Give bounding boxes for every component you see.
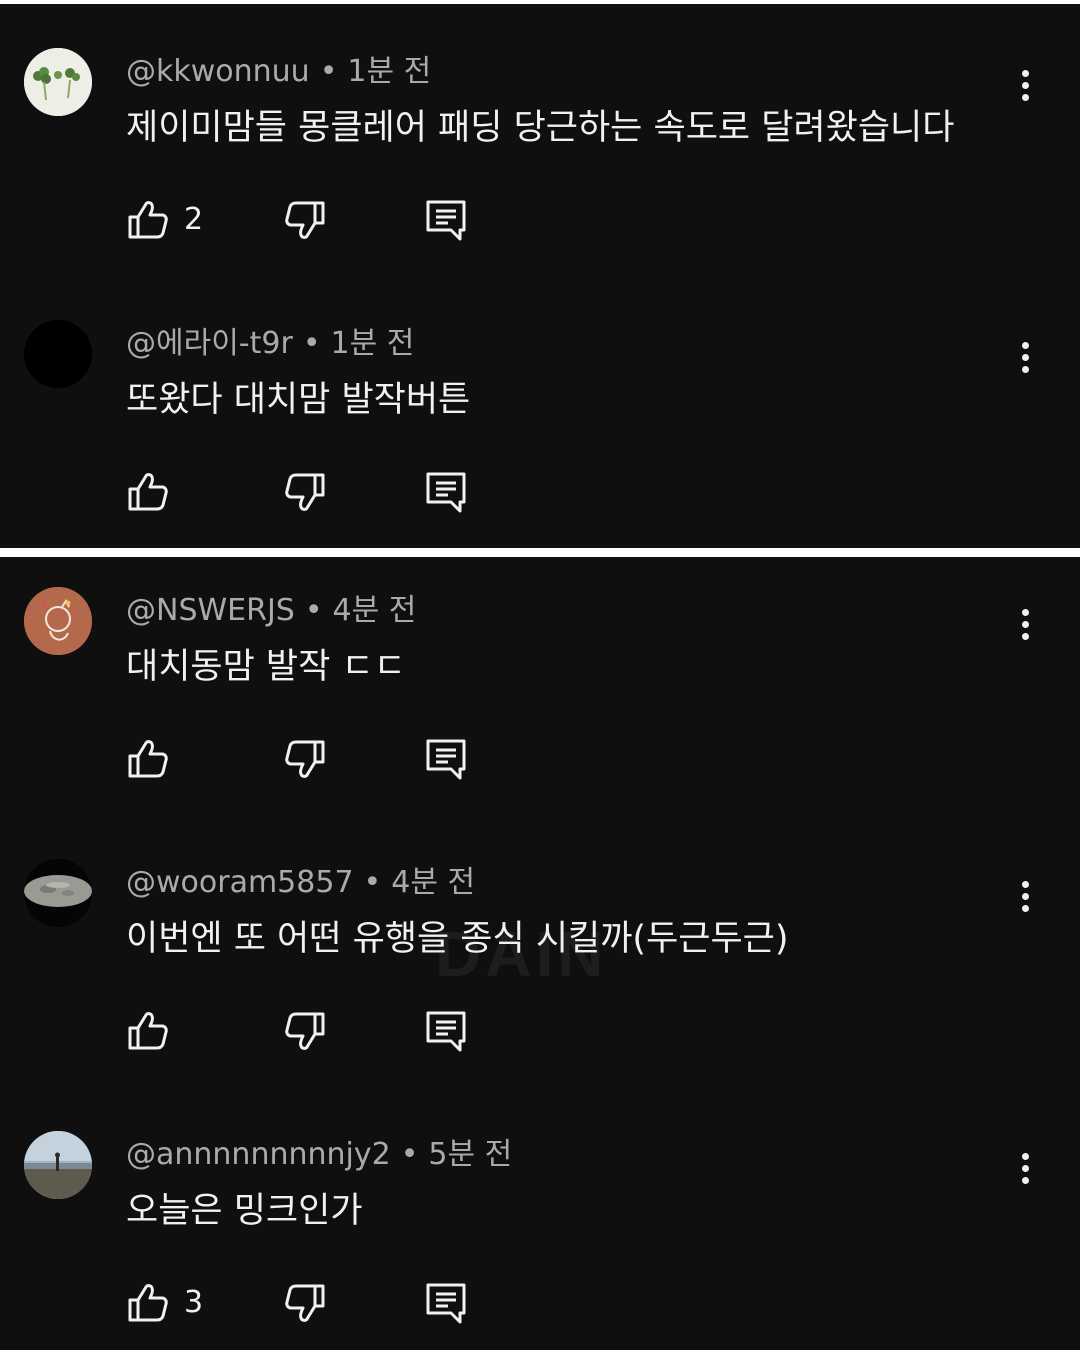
reply-button[interactable] — [422, 1279, 470, 1327]
thumbs-up-icon — [124, 1279, 172, 1327]
meta-separator: • — [304, 593, 323, 628]
reply-button[interactable] — [422, 1007, 470, 1055]
comment-meta: @kkwonnuu • 1분 전 — [126, 50, 431, 94]
comment-author-handle[interactable]: @NSWERJS — [126, 593, 295, 628]
comments-panel-2: @NSWERJS • 4분 전 대치동맘 발작 ㄷㄷ @wooram5857 •… — [0, 557, 1080, 1350]
comment-timestamp: 4분 전 — [391, 865, 476, 900]
reply-button[interactable] — [422, 735, 470, 783]
dislike-button[interactable] — [281, 735, 329, 783]
dislike-button[interactable] — [281, 196, 329, 244]
more-options-button[interactable] — [1003, 873, 1047, 919]
comment-timestamp: 5분 전 — [428, 1137, 513, 1172]
meta-separator: • — [302, 326, 321, 361]
comment-author-handle[interactable]: @kkwonnuu — [126, 54, 310, 89]
thumbs-down-icon — [281, 1007, 329, 1055]
comment-timestamp: 1분 전 — [347, 54, 432, 89]
comment-meta: @NSWERJS • 4분 전 — [126, 589, 416, 633]
like-count: 3 — [184, 1285, 204, 1320]
clover-avatar-icon — [24, 48, 92, 116]
watermark: DAIN — [435, 918, 608, 990]
more-vertical-icon — [1021, 880, 1029, 888]
comment-reply-icon — [422, 735, 470, 783]
meta-separator: • — [400, 1137, 419, 1172]
more-options-button[interactable] — [1003, 1145, 1047, 1191]
like-count: 2 — [184, 202, 204, 237]
comment-author-handle[interactable]: @annnnnnnnnjy2 — [126, 1137, 391, 1172]
drawing-avatar-icon — [24, 587, 92, 655]
thumbs-down-icon — [281, 1279, 329, 1327]
comments-panel-1: @kkwonnuu • 1분 전 제이미맘들 몽클레어 패딩 당근하는 속도로 달려… — [0, 4, 1080, 548]
comment-meta: @wooram5857 • 4분 전 — [126, 861, 475, 905]
meta-separator: • — [319, 54, 338, 89]
moon-avatar-icon — [24, 859, 92, 927]
more-options-button[interactable] — [1003, 62, 1047, 108]
avatar[interactable] — [24, 859, 92, 927]
dislike-button[interactable] — [281, 1007, 329, 1055]
more-options-button[interactable] — [1003, 334, 1047, 380]
more-vertical-icon — [1021, 341, 1029, 349]
comment-reply-icon — [422, 1279, 470, 1327]
comment-timestamp: 4분 전 — [332, 593, 417, 628]
more-vertical-icon — [1021, 1152, 1029, 1160]
dislike-button[interactable] — [281, 1279, 329, 1327]
reply-button[interactable] — [422, 468, 470, 516]
comment-item: @에라이-t9r • 1분 전 또왔다 대치맘 발작버튼 — [0, 276, 1080, 546]
like-button[interactable] — [124, 1007, 184, 1055]
thumbs-up-icon — [124, 196, 172, 244]
avatar[interactable] — [24, 320, 92, 388]
more-vertical-icon — [1021, 608, 1029, 616]
comment-text: 대치동맘 발작 ㄷㄷ — [126, 647, 406, 687]
comment-reply-icon — [422, 196, 470, 244]
comment-reply-icon — [422, 1007, 470, 1055]
like-button[interactable]: 2 — [124, 196, 203, 244]
comment-timestamp: 1분 전 — [330, 326, 415, 361]
comment-text: 또왔다 대치맘 발작버튼 — [126, 380, 471, 420]
thumbs-up-icon — [124, 468, 172, 516]
comment-meta: @에라이-t9r • 1분 전 — [126, 322, 414, 366]
like-button[interactable] — [124, 468, 184, 516]
avatar[interactable] — [24, 48, 92, 116]
comment-text: 제이미맘들 몽클레어 패딩 당근하는 속도로 달려왔습니다 — [126, 108, 955, 148]
black-avatar-icon — [24, 320, 92, 388]
more-options-button[interactable] — [1003, 601, 1047, 647]
more-vertical-icon — [1021, 69, 1029, 77]
comment-item: @kkwonnuu • 1분 전 제이미맘들 몽클레어 패딩 당근하는 속도로 달려… — [0, 4, 1080, 274]
dislike-button[interactable] — [281, 468, 329, 516]
thumbs-up-icon — [124, 1007, 172, 1055]
comment-text: 오늘은 밍크인가 — [126, 1191, 363, 1231]
comment-item: @NSWERJS • 4분 전 대치동맘 발작 ㄷㄷ — [0, 557, 1080, 813]
like-button[interactable]: 3 — [124, 1279, 203, 1327]
avatar[interactable] — [24, 1131, 92, 1199]
reply-button[interactable] — [422, 196, 470, 244]
comment-author-handle[interactable]: @에라이-t9r — [126, 326, 293, 361]
thumbs-up-icon — [124, 735, 172, 783]
comment-reply-icon — [422, 468, 470, 516]
comment-item: @annnnnnnnnjy2 • 5분 전 오늘은 밍크인가 3 — [0, 1087, 1080, 1350]
thumbs-down-icon — [281, 468, 329, 516]
landscape-avatar-icon — [24, 1131, 92, 1199]
avatar[interactable] — [24, 587, 92, 655]
comment-author-handle[interactable]: @wooram5857 — [126, 865, 354, 900]
meta-separator: • — [363, 865, 382, 900]
like-button[interactable] — [124, 735, 184, 783]
thumbs-down-icon — [281, 196, 329, 244]
comment-meta: @annnnnnnnnjy2 • 5분 전 — [126, 1133, 512, 1177]
thumbs-down-icon — [281, 735, 329, 783]
